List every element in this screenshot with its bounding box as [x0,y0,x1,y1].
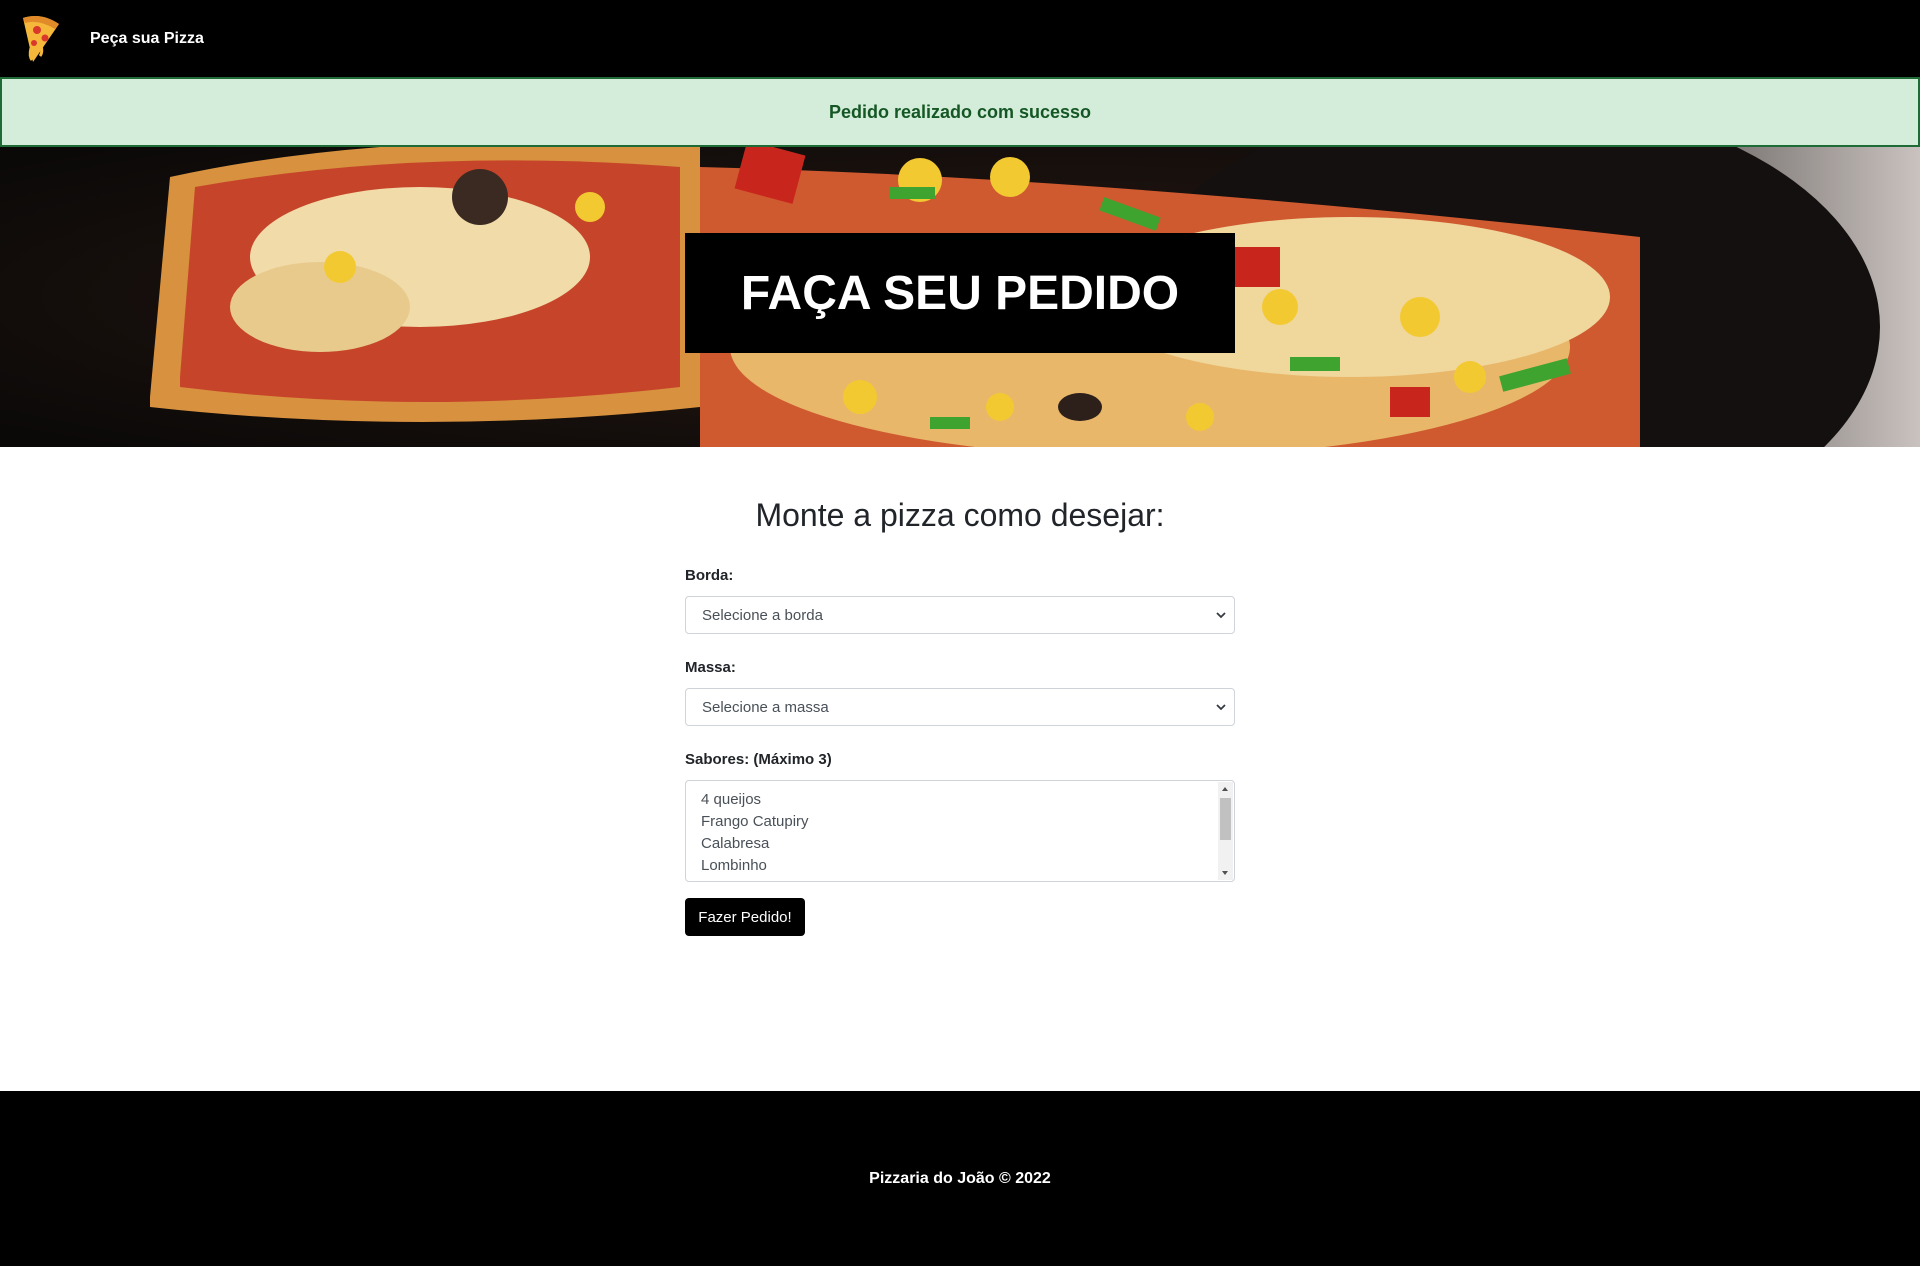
footer: Pizzaria do João © 2022 [0,1091,1920,1266]
sabor-option[interactable]: Frango Catupiry [701,811,809,833]
massa-group: Massa: Selecione a massa [685,656,1235,726]
borda-select[interactable]: Selecione a borda [685,596,1235,634]
borda-select-value: Selecione a borda [702,606,823,624]
hero-title-box: FAÇA SEU PEDIDO [685,233,1235,353]
pizza-slice-icon[interactable] [19,12,63,64]
borda-label: Borda: [685,567,734,584]
alert-message: Pedido realizado com sucesso [828,101,1092,122]
chevron-down-icon [1216,704,1226,711]
sabor-option[interactable]: Calabresa [701,833,809,855]
pizza-order-form: Borda: Selecione a borda Massa: Selecion… [685,564,1235,936]
navbar: Peça sua Pizza [0,0,1920,77]
sabores-label: Sabores: (Máximo 3) [685,751,832,768]
massa-select-value: Selecione a massa [702,698,829,716]
massa-select[interactable]: Selecione a massa [685,688,1235,726]
sabores-scrollbar[interactable] [1218,782,1233,880]
sabor-option[interactable]: Lombinho [701,855,809,877]
sabores-group: Sabores: (Máximo 3) 4 queijos Frango Cat… [685,748,1235,882]
submit-order-button[interactable]: Fazer Pedido! [685,898,805,936]
brand-link[interactable]: Peça sua Pizza [90,0,204,77]
scroll-up-arrow-icon[interactable] [1222,787,1228,791]
massa-label: Massa: [685,659,736,676]
sabores-options: 4 queijos Frango Catupiry Calabresa Lomb… [701,789,809,877]
hero-title: FAÇA SEU PEDIDO [740,266,1180,320]
sabor-option[interactable]: 4 queijos [701,789,809,811]
sabores-multiselect[interactable]: 4 queijos Frango Catupiry Calabresa Lomb… [685,780,1235,882]
hero-banner: FAÇA SEU PEDIDO [0,147,1920,447]
footer-text: Pizzaria do João © 2022 [869,1169,1051,1187]
scroll-thumb[interactable] [1220,798,1231,840]
success-alert: Pedido realizado com sucesso [0,77,1920,147]
form-heading: Monte a pizza como desejar: [755,497,1165,533]
chevron-down-icon [1216,612,1226,619]
borda-group: Borda: Selecione a borda [685,564,1235,634]
scroll-down-arrow-icon[interactable] [1222,871,1228,875]
